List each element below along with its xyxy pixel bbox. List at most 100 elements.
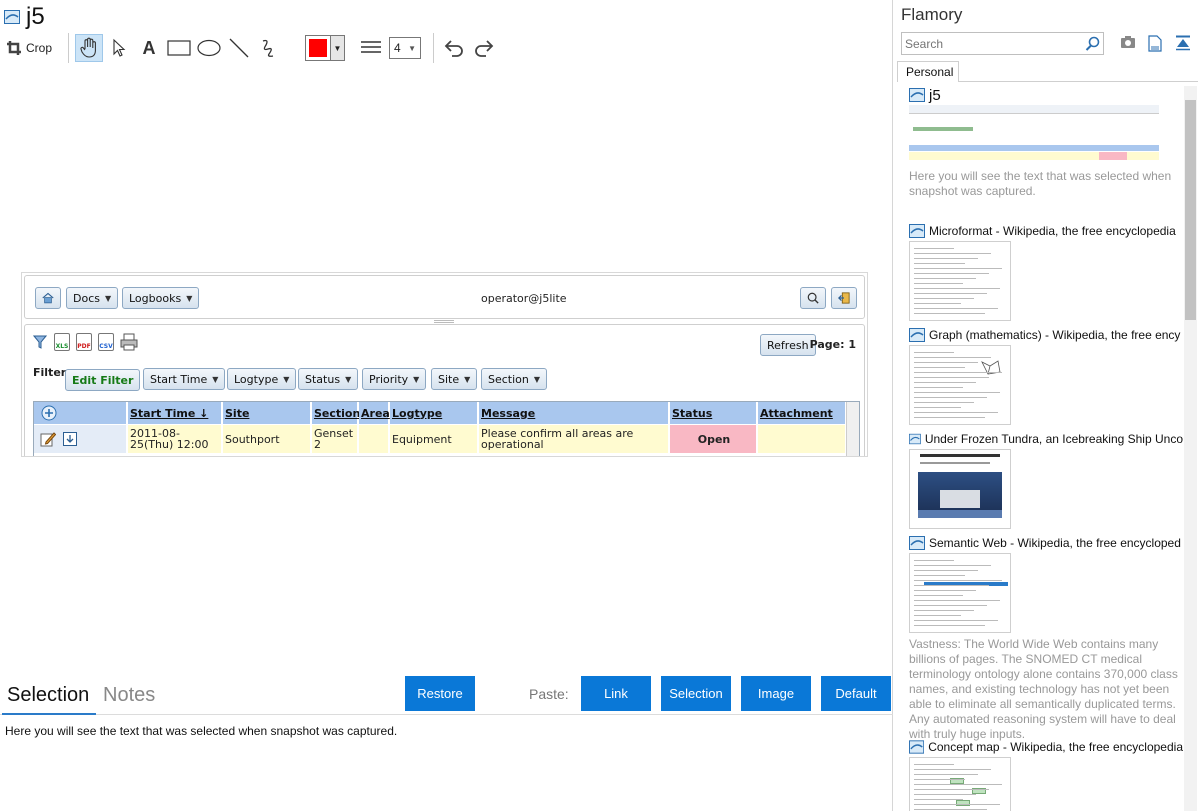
thumbnail-text-line bbox=[914, 298, 974, 299]
selection-text[interactable]: Here you will see the text that was sele… bbox=[5, 724, 397, 738]
cell-section: Genset 2 bbox=[312, 425, 358, 453]
home-button bbox=[35, 287, 61, 309]
list-item-description: Here you will see the text that was sele… bbox=[909, 169, 1172, 198]
cell-start-time: 2011-08-25(Thu) 12:00 bbox=[128, 425, 222, 453]
ellipse-tool-button[interactable] bbox=[195, 34, 223, 62]
tab-notes[interactable]: Notes bbox=[103, 684, 155, 707]
document-title: j5 bbox=[26, 3, 45, 30]
crop-icon bbox=[7, 41, 21, 55]
paste-image-button[interactable]: Image bbox=[741, 676, 811, 711]
line-width-select[interactable]: 4 ▼ bbox=[389, 37, 422, 59]
thumbnail-text-line bbox=[914, 382, 976, 383]
rectangle-icon bbox=[167, 40, 191, 56]
list-item-header: Semantic Web - Wikipedia, the free encyc… bbox=[909, 534, 1183, 552]
list-item[interactable]: Graph (mathematics) - Wikipedia, the fre… bbox=[909, 326, 1183, 425]
column-header-status: Status bbox=[670, 402, 757, 424]
text-tool-button[interactable]: A bbox=[135, 34, 163, 62]
tab-strip-line bbox=[959, 81, 1198, 82]
thumbnail-text-line bbox=[914, 580, 1002, 581]
thumbnail bbox=[909, 449, 1011, 529]
undo-button[interactable] bbox=[440, 34, 468, 62]
tab-personal[interactable]: Personal bbox=[897, 61, 959, 82]
chevron-down-icon: ▼ bbox=[283, 374, 290, 384]
list-item[interactable]: Semantic Web - Wikipedia, the free encyc… bbox=[909, 534, 1183, 742]
thumbnail-text-line bbox=[914, 575, 965, 576]
table-scrollbar bbox=[846, 402, 859, 456]
thumbnail-text-line bbox=[914, 585, 989, 586]
paste-default-button[interactable]: Default bbox=[821, 676, 891, 711]
column-header-area: Area bbox=[359, 402, 390, 424]
snapshot-nav-bar: Docs ▼ Logbooks ▼ operator@j5lite bbox=[24, 275, 865, 319]
list-item[interactable]: j5 Here you will see the text that was s… bbox=[909, 86, 1183, 199]
ellipse-icon bbox=[197, 39, 221, 57]
chevron-down-icon: ▼ bbox=[533, 374, 541, 384]
camera-icon[interactable] bbox=[1120, 35, 1136, 49]
crop-button[interactable]: Crop bbox=[6, 40, 52, 56]
text-a-icon: A bbox=[142, 37, 156, 58]
line-width-icon bbox=[357, 34, 385, 62]
thumbnail-text-line bbox=[914, 387, 963, 388]
list-item-title: Semantic Web - Wikipedia, the free encyc… bbox=[929, 536, 1181, 550]
paste-link-button[interactable]: Link bbox=[581, 676, 651, 711]
thumbnail-text-line bbox=[914, 595, 963, 596]
rectangle-tool-button[interactable] bbox=[165, 34, 193, 62]
snapshot-image[interactable]: Docs ▼ Logbooks ▼ operator@j5lite XLS PDF … bbox=[21, 272, 868, 457]
filter-chip: Logtype ▼ bbox=[227, 368, 297, 390]
thumbnail-text-line bbox=[914, 263, 965, 264]
thumbnail-text-line bbox=[914, 288, 1000, 289]
thumbnail-text-line bbox=[914, 362, 978, 363]
filter-chip: Section ▼ bbox=[481, 368, 548, 390]
snapshot-list: j5 Here you will see the text that was s… bbox=[909, 86, 1183, 811]
thumbnail-text-line bbox=[914, 610, 974, 611]
chevron-down-icon: ▼ bbox=[104, 293, 112, 303]
thumbnail-text-line bbox=[914, 779, 965, 780]
active-tab-indicator bbox=[2, 713, 96, 715]
thumbnail-text-line bbox=[914, 303, 961, 304]
list-item-title: Graph (mathematics) - Wikipedia, the fre… bbox=[929, 328, 1181, 342]
logbooks-dropdown: Logbooks ▼ bbox=[122, 287, 200, 309]
sidebar-scrollbar[interactable] bbox=[1184, 86, 1197, 811]
restore-button[interactable]: Restore bbox=[405, 676, 475, 711]
home-icon bbox=[42, 292, 54, 304]
search-field[interactable] bbox=[901, 32, 1104, 55]
thumbnail-text-line bbox=[914, 377, 989, 378]
list-item[interactable]: Under Frozen Tundra, an Icebreaking Ship… bbox=[909, 430, 1183, 529]
color-picker[interactable]: ▼ bbox=[305, 35, 346, 61]
line-width-value: 4 bbox=[394, 41, 401, 55]
logbooks-label: Logbooks bbox=[129, 291, 182, 305]
thumbnail-text-line bbox=[914, 784, 1002, 785]
logout-button bbox=[831, 287, 857, 309]
thumbnail-text-line bbox=[914, 313, 985, 314]
thumbnail-text-line bbox=[914, 357, 991, 358]
filter-chip-label: Priority bbox=[369, 372, 409, 386]
line-tool-button[interactable] bbox=[225, 34, 253, 62]
hand-tool-button[interactable] bbox=[75, 34, 104, 62]
tab-selection[interactable]: Selection bbox=[7, 684, 89, 707]
list-item-header: Under Frozen Tundra, an Icebreaking Ship… bbox=[909, 430, 1183, 448]
snapshot-icon bbox=[909, 88, 925, 102]
thumbnail-text-line bbox=[914, 253, 991, 254]
chevron-down-icon: ▼ bbox=[464, 374, 471, 384]
thumbnail-text-line bbox=[914, 392, 1000, 393]
collapse-top-icon[interactable] bbox=[1175, 35, 1191, 51]
thumbnail-text-line bbox=[914, 605, 987, 606]
scrollbar-thumb[interactable] bbox=[1185, 100, 1196, 320]
cell-area bbox=[359, 425, 389, 453]
list-item[interactable]: Microformat - Wikipedia, the free encycl… bbox=[909, 222, 1183, 321]
select-tool-button[interactable] bbox=[105, 34, 133, 62]
search-input[interactable] bbox=[902, 33, 1082, 54]
list-item-header: Concept map - Wikipedia, the free encycl… bbox=[909, 738, 1183, 756]
filter-chip: Site ▼ bbox=[431, 368, 478, 390]
search-icon[interactable] bbox=[1085, 36, 1100, 51]
thumbnail-text-line bbox=[914, 283, 963, 284]
list-item-header: Microformat - Wikipedia, the free encycl… bbox=[909, 222, 1183, 240]
paste-selection-button[interactable]: Selection bbox=[661, 676, 731, 711]
list-item[interactable]: Concept map - Wikipedia, the free encycl… bbox=[909, 738, 1183, 811]
splitter-grip bbox=[434, 320, 454, 323]
chevron-down-icon: ▼ bbox=[413, 374, 420, 384]
redo-button[interactable] bbox=[470, 34, 498, 62]
column-header-logtype: Logtype bbox=[390, 402, 478, 424]
document-icon[interactable] bbox=[1148, 35, 1162, 52]
freehand-tool-button[interactable] bbox=[255, 34, 283, 62]
thumbnail-text-line bbox=[914, 417, 985, 418]
